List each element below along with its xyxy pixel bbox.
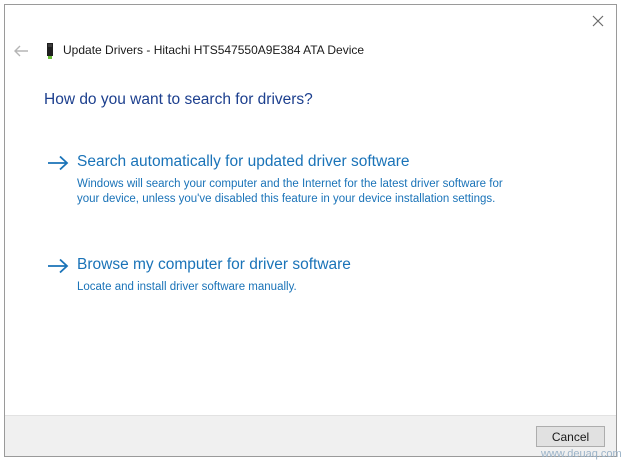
back-arrow-icon	[14, 45, 28, 57]
arrow-right-icon	[48, 155, 69, 171]
page-heading: How do you want to search for drivers?	[44, 91, 313, 108]
close-icon	[592, 15, 604, 27]
option-description: Windows will search your computer and th…	[77, 178, 503, 205]
option-title[interactable]: Search automatically for updated driver …	[77, 153, 410, 171]
close-button[interactable]	[584, 9, 612, 33]
drive-device-icon	[47, 43, 53, 59]
option-title[interactable]: Browse my computer for driver software	[77, 256, 351, 274]
update-drivers-window: Update Drivers - Hitachi HTS547550A9E384…	[4, 4, 617, 457]
back-button[interactable]	[11, 41, 31, 61]
watermark: www.deuaq.com	[541, 448, 622, 460]
window-title: Update Drivers - Hitachi HTS547550A9E384…	[63, 43, 365, 57]
arrow-right-icon	[48, 258, 69, 274]
cancel-button[interactable]: Cancel	[536, 426, 605, 447]
option-description: Locate and install driver software manua…	[77, 281, 297, 293]
dialog-footer: Cancel	[5, 415, 616, 456]
